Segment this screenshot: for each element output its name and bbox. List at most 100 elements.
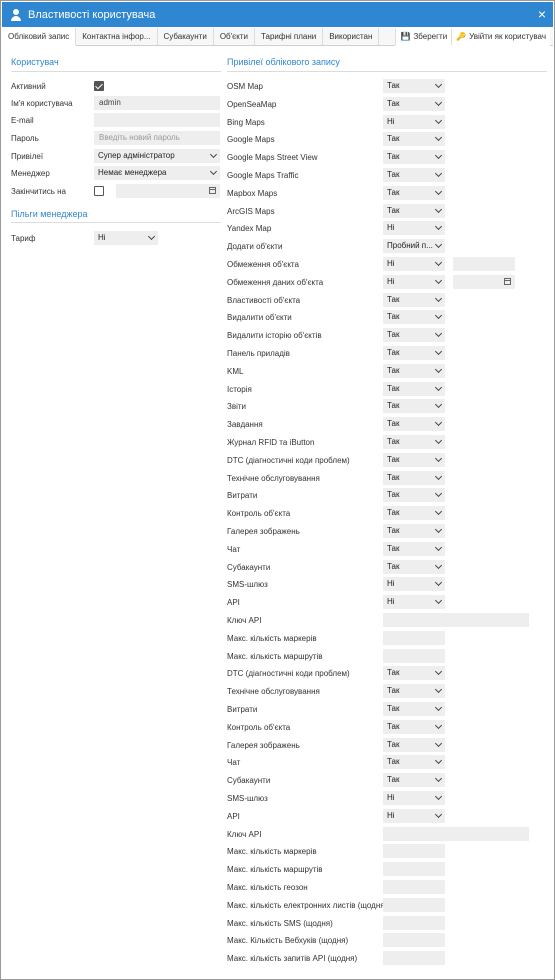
- privilege-number-input[interactable]: [383, 933, 445, 947]
- privilege-select[interactable]: Так: [383, 204, 445, 218]
- privilege-select[interactable]: Так: [383, 542, 445, 556]
- privilege-label: Історія: [227, 385, 252, 394]
- privilege-label: ArcGIS Maps: [227, 207, 275, 216]
- account-privileges-divider: [227, 71, 547, 72]
- privilege-select[interactable]: Так: [383, 132, 445, 146]
- privilege-label: DTC (діагностичні коди проблем): [227, 456, 350, 465]
- tab-objects[interactable]: Об'єкти: [214, 28, 255, 45]
- privilege-select[interactable]: Так: [383, 453, 445, 467]
- privilege-label: OpenSeaMap: [227, 100, 277, 109]
- active-label: Активний: [11, 82, 46, 91]
- privilege-select[interactable]: Ні: [383, 595, 445, 609]
- privilege-select[interactable]: Так: [383, 346, 445, 360]
- privilege-value: Ні: [387, 223, 395, 232]
- privilege-select[interactable]: Так: [383, 435, 445, 449]
- privilege-select[interactable]: Так: [383, 79, 445, 93]
- privilege-label: Макс. кількість маршрутів: [227, 652, 323, 661]
- privilege-select[interactable]: Пробний п...: [383, 239, 445, 253]
- privilege-number-input[interactable]: [383, 880, 445, 894]
- privilege-select[interactable]: Так: [383, 310, 445, 324]
- privilege-value: Так: [387, 99, 400, 108]
- login-as-user-button[interactable]: 🔑 Увійти як користувач: [451, 29, 550, 45]
- privilege-select[interactable]: Так: [383, 666, 445, 680]
- chevron-down-icon: [147, 232, 156, 241]
- privilege-label: SMS-шлюз: [227, 580, 268, 589]
- privilege-select[interactable]: Так: [383, 755, 445, 769]
- privilege-text-input[interactable]: [383, 613, 529, 627]
- chevron-down-icon: [434, 418, 443, 427]
- privilege-text-input[interactable]: [383, 827, 529, 841]
- privilege-select[interactable]: Ні: [383, 577, 445, 591]
- privilege-number-input[interactable]: [383, 649, 445, 663]
- privilege-select[interactable]: Так: [383, 328, 445, 342]
- privilege-select[interactable]: Ні: [383, 791, 445, 805]
- privilege-select[interactable]: Ні: [383, 115, 445, 129]
- privilege-select[interactable]: Так: [383, 471, 445, 485]
- privilege-label: Макс. кількість запитів API (щодня): [227, 954, 358, 963]
- expires-date-input[interactable]: [116, 184, 220, 198]
- close-icon[interactable]: ×: [538, 7, 546, 21]
- privilege-select[interactable]: Так: [383, 488, 445, 502]
- privilege-select[interactable]: Так: [383, 168, 445, 182]
- privilege-value: Так: [387, 508, 400, 517]
- manager-select[interactable]: Немає менеджера: [94, 166, 220, 180]
- privilege-label: Технічне обслуговування: [227, 687, 320, 696]
- floppy-disk-icon: 💾: [400, 32, 411, 41]
- privilege-value: Так: [387, 740, 400, 749]
- privilege-select[interactable]: Так: [383, 364, 445, 378]
- privilege-select[interactable]: Так: [383, 702, 445, 716]
- user-properties-dialog: Властивості користувача × Обліковий запи…: [0, 0, 555, 980]
- privilege-number-input[interactable]: [383, 898, 445, 912]
- privilege-label: Витрати: [227, 491, 258, 500]
- save-button[interactable]: 💾 Зберегти: [395, 29, 451, 45]
- privilege-limit-input[interactable]: [453, 257, 515, 271]
- privileges-select[interactable]: Супер адміністратор: [94, 149, 220, 163]
- privilege-select[interactable]: Так: [383, 506, 445, 520]
- privilege-select[interactable]: Так: [383, 524, 445, 538]
- privilege-select[interactable]: Ні: [383, 275, 445, 289]
- active-checkbox[interactable]: [94, 81, 104, 91]
- username-input[interactable]: admin: [94, 96, 220, 110]
- privilege-select[interactable]: Так: [383, 97, 445, 111]
- privilege-value: Так: [387, 668, 400, 677]
- privilege-select[interactable]: Ні: [383, 809, 445, 823]
- privilege-select[interactable]: Так: [383, 382, 445, 396]
- chevron-down-icon: [434, 258, 443, 267]
- tariff-select[interactable]: Ні: [94, 231, 158, 245]
- privilege-select[interactable]: Так: [383, 738, 445, 752]
- tab-account[interactable]: Обліковий запис: [2, 28, 77, 46]
- privilege-select[interactable]: Так: [383, 186, 445, 200]
- privilege-select[interactable]: Так: [383, 150, 445, 164]
- privilege-number-input[interactable]: [383, 844, 445, 858]
- expires-checkbox[interactable]: [94, 186, 104, 196]
- privilege-select[interactable]: Ні: [383, 221, 445, 235]
- privilege-select[interactable]: Так: [383, 399, 445, 413]
- tab-contact-info[interactable]: Контактна інфор...: [76, 28, 158, 45]
- tab-subaccounts[interactable]: Субакаунти: [158, 28, 214, 45]
- tab-usage[interactable]: Використан: [323, 28, 380, 45]
- privilege-select[interactable]: Так: [383, 773, 445, 787]
- calendar-icon: [504, 278, 511, 285]
- privilege-select[interactable]: Так: [383, 417, 445, 431]
- privilege-select[interactable]: Ні: [383, 257, 445, 271]
- privilege-label: Журнал RFID та iButton: [227, 438, 315, 447]
- tab-actions: 💾 Зберегти 🔑 Увійти як користувач: [395, 28, 550, 46]
- privilege-select[interactable]: Так: [383, 684, 445, 698]
- privilege-number-input[interactable]: [383, 862, 445, 876]
- chevron-down-icon: [434, 774, 443, 783]
- tab-tariff-plans[interactable]: Тарифні плани: [255, 28, 324, 45]
- manager-label: Менеджер: [11, 169, 50, 178]
- privilege-select[interactable]: Так: [383, 560, 445, 574]
- privilege-select[interactable]: Так: [383, 720, 445, 734]
- privilege-label: Чат: [227, 758, 241, 767]
- privilege-number-input[interactable]: [383, 951, 445, 965]
- privilege-date-input[interactable]: [453, 275, 515, 289]
- calendar-icon: [209, 187, 216, 194]
- privilege-number-input[interactable]: [383, 916, 445, 930]
- email-input[interactable]: [94, 113, 220, 127]
- chevron-down-icon: [434, 810, 443, 819]
- privilege-select[interactable]: Так: [383, 293, 445, 307]
- privilege-number-input[interactable]: [383, 631, 445, 645]
- password-input[interactable]: Введіть новий пароль: [94, 131, 220, 145]
- privilege-value: Ні: [387, 259, 395, 268]
